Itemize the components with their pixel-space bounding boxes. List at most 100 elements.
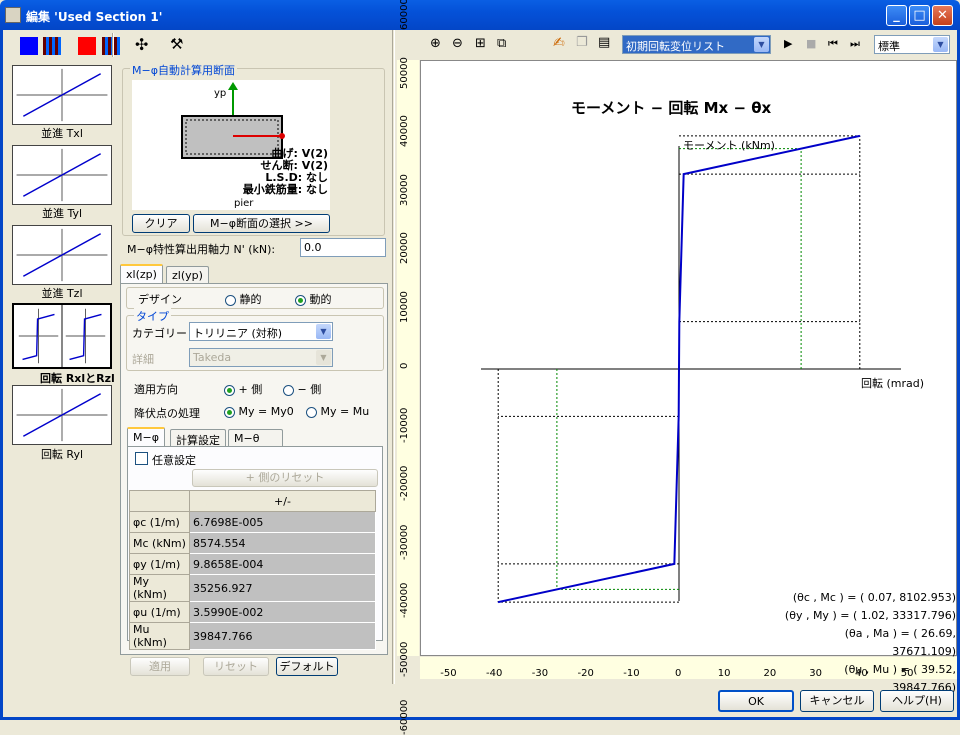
app-icon [5, 7, 21, 23]
tab-m-phi[interactable]: M−φ [127, 427, 165, 447]
section-info-line: 最小鉄筋量: なし [242, 183, 328, 196]
result-table: +/- φc (1/m) 6.7698E-005 Mc (kNm) 8574.554… [129, 490, 376, 650]
mu-radio[interactable]: My = Mu [306, 405, 369, 418]
thumb-rxl-rzl[interactable] [12, 303, 112, 369]
plus-radio[interactable]: + 側 [224, 381, 262, 397]
axial-input[interactable]: 0.0 [300, 238, 386, 257]
row-value[interactable]: 35256.927 [189, 574, 376, 602]
zoom-in-icon[interactable]: ⊕ [430, 36, 441, 51]
direction-label: 適用方向 [134, 383, 178, 396]
point-summary: (θc , Mc ) = ( 0.07, 8102.953) (θy , My … [783, 589, 956, 697]
y-tick-label: 60000 [399, 0, 410, 30]
table-header: +/- [189, 490, 376, 512]
row-value[interactable]: 9.8658E-004 [189, 553, 376, 575]
row-value[interactable]: 8574.554 [189, 532, 376, 554]
thumb-tyl[interactable] [12, 145, 112, 205]
chevron-down-icon: ▼ [316, 350, 331, 365]
y-tick-label: 10000 [399, 290, 410, 323]
maximize-button[interactable]: □ [909, 5, 930, 26]
tab-xl[interactable]: xl(zp) [120, 264, 163, 284]
tool-icon[interactable]: ⚒ [170, 35, 183, 53]
section-preview: yp 曲げ: V(2) せん断: V(2) L.S.D: なし 最小鉄筋量: な… [132, 80, 330, 210]
splitter[interactable] [392, 30, 395, 684]
table-row: φy (1/m) 9.8658E-004 [129, 553, 376, 575]
minus-radio[interactable]: − 側 [283, 381, 321, 397]
data-point [497, 601, 499, 603]
y-tick-label: 40000 [399, 115, 410, 147]
row-value[interactable]: 39847.766 [189, 622, 376, 650]
close-button[interactable]: ✕ [932, 5, 953, 26]
title-bar: 編集 'Used Section 1' _ □ ✕ [0, 0, 960, 30]
category-value: トリリニア (対称) [193, 327, 283, 340]
zoom-out-icon[interactable]: ⊖ [452, 36, 463, 51]
apply-button[interactable]: 適用 [130, 657, 190, 676]
y-tick-label: 20000 [399, 232, 410, 264]
list-icon[interactable]: ▤ [598, 35, 610, 50]
select-section-button[interactable]: M−φ断面の選択 >> [193, 214, 330, 233]
y-axis-label: モーメント (kNm) [683, 139, 775, 152]
data-point [678, 321, 680, 323]
dynamic-label: 動的 [309, 293, 332, 306]
row-value[interactable]: 6.7698E-005 [189, 511, 376, 533]
x-tick-label: -50 [440, 668, 457, 679]
run-icon[interactable]: ✍ [553, 35, 565, 51]
red-color-icon[interactable] [78, 37, 96, 55]
table-row: φc (1/m) 6.7698E-005 [129, 511, 376, 533]
my0-radio[interactable]: My = My0 [224, 405, 294, 418]
minimize-button[interactable]: _ [886, 5, 907, 26]
tab-m-theta[interactable]: M−θ [228, 429, 283, 447]
standard-select[interactable]: 標準 ▼ [874, 35, 950, 54]
arbitrary-checkbox[interactable] [135, 452, 148, 465]
move-icon[interactable]: ✣ [135, 35, 148, 54]
y-tick-label: 0 [399, 362, 410, 369]
row-value[interactable]: 3.5990E-002 [189, 601, 376, 623]
section-name: pier [234, 198, 254, 209]
frame-icon[interactable]: ⧉ [497, 36, 506, 51]
x-axis-label: 回転 (mrad) [861, 377, 925, 390]
my0-label: My = My0 [238, 405, 294, 418]
cancel-button[interactable]: キャンセル [800, 690, 874, 712]
step-forward-icon[interactable]: ⏭ [850, 37, 860, 51]
default-button[interactable]: デフォルト [276, 657, 338, 676]
thumb-label: 並進 Tyl [41, 207, 83, 220]
y-tick-label: -40000 [399, 582, 410, 618]
thumb-ryl[interactable] [12, 385, 112, 445]
y-tick-label: 50000 [399, 56, 410, 89]
reset-button[interactable]: リセット [203, 657, 269, 676]
blue-color-icon[interactable] [20, 37, 38, 55]
y-tick-label: -60000 [399, 699, 410, 735]
grid-color-icon[interactable] [43, 37, 61, 55]
fit-icon[interactable]: ⊞ [475, 36, 486, 51]
x-tick-label: -30 [531, 668, 549, 679]
row-key: Mc (kNm) [129, 532, 190, 554]
category-select[interactable]: トリリニア (対称) ▼ [189, 322, 333, 341]
static-radio[interactable]: 静的 [225, 291, 262, 307]
x-tick-label: 10 [717, 668, 731, 679]
stop-icon[interactable]: ■ [806, 37, 816, 50]
thumb-tzl[interactable] [12, 225, 112, 285]
thumb-label: 並進 Txl [41, 127, 83, 140]
tab-zl[interactable]: zl(yp) [166, 266, 209, 284]
data-point [859, 135, 861, 137]
point-line: (θy , My ) = ( 1.02, 33317.796) [784, 609, 956, 622]
dynamic-radio[interactable]: 動的 [295, 291, 332, 307]
ok-button[interactable]: OK [718, 690, 794, 712]
data-point [678, 415, 680, 417]
help-button[interactable]: ヘルプ(H) [880, 690, 954, 712]
clear-button[interactable]: クリア [132, 214, 190, 233]
thumb-txl[interactable] [12, 65, 112, 125]
grid-color2-icon[interactable] [102, 37, 120, 55]
y-tick-label: 30000 [399, 173, 410, 206]
copy-icon[interactable]: ❐ [576, 35, 588, 50]
tab-calc-settings[interactable]: 計算設定 [170, 429, 226, 447]
reset-plus-button[interactable]: + 側のリセット [192, 469, 378, 487]
row-key: φy (1/m) [129, 553, 190, 575]
point-line: (θc , Mc ) = ( 0.07, 8102.953) [792, 591, 956, 604]
vertical-ruler [397, 60, 419, 656]
step-back-icon[interactable]: ⏮ [828, 37, 838, 51]
detail-select[interactable]: Takeda ▼ [189, 348, 333, 367]
initial-list-select[interactable]: 初期回転変位リスト ▼ [622, 35, 771, 54]
play-icon[interactable]: ▶ [784, 37, 792, 50]
axis-label: yp [214, 88, 227, 99]
row-key: φu (1/m) [129, 601, 190, 623]
